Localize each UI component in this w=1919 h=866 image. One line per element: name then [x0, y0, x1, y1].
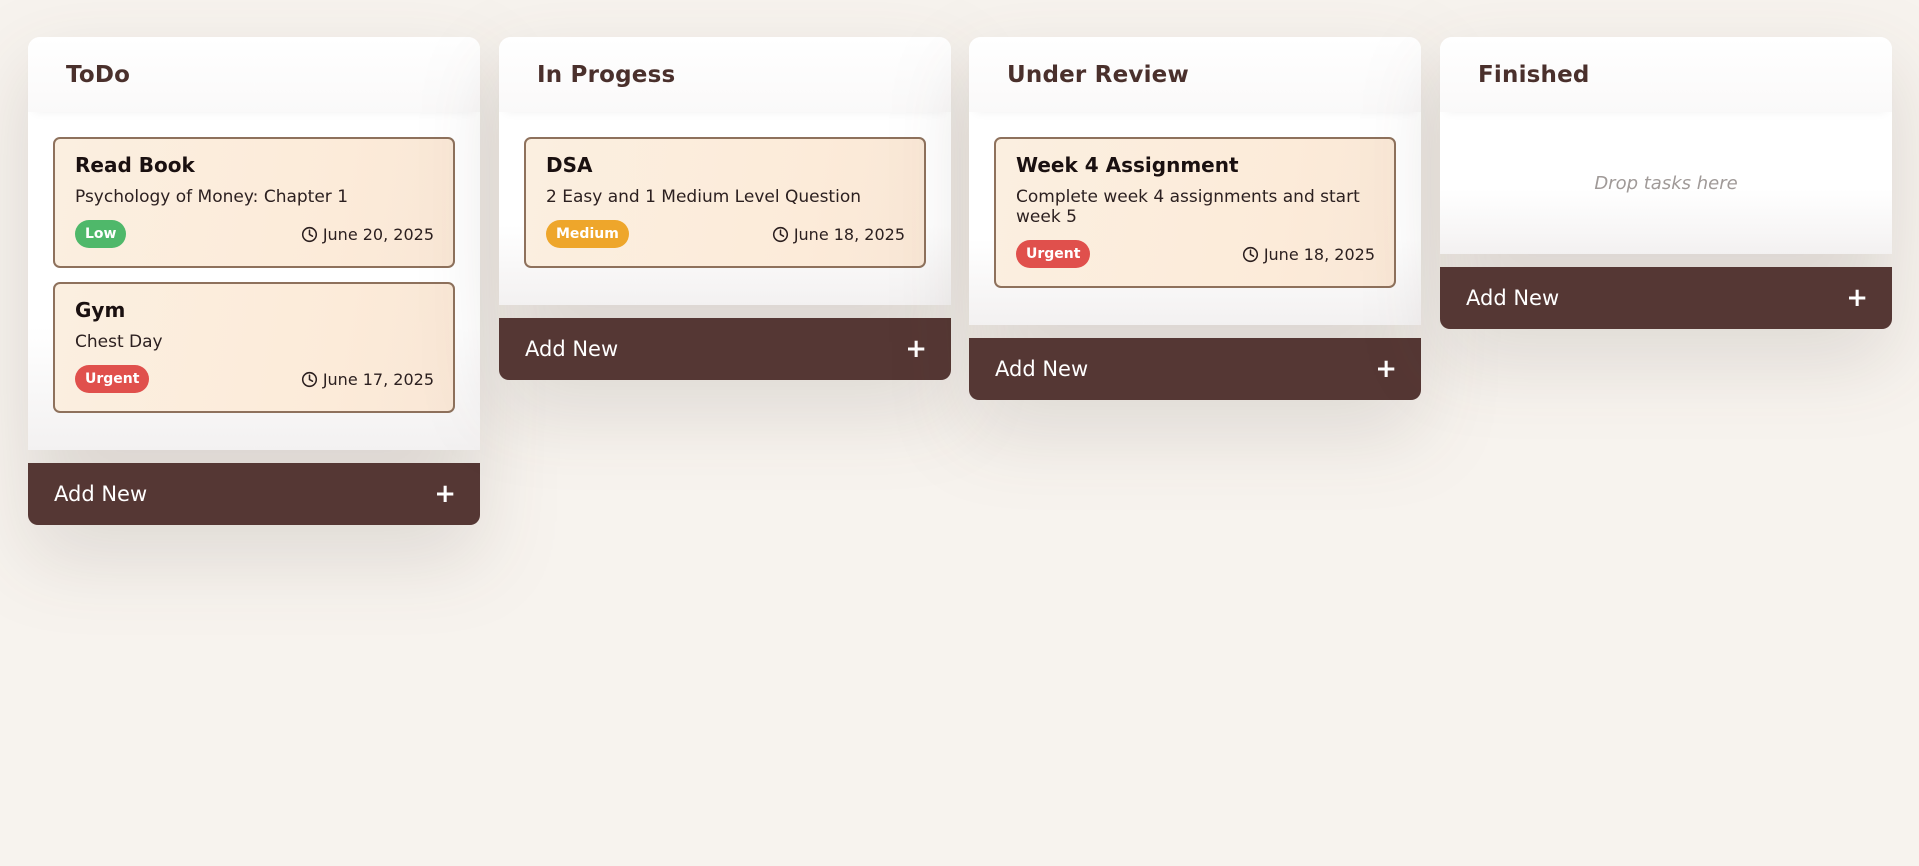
column-under-review: Under Review Week 4 Assignment Complete … — [969, 37, 1421, 400]
column-panel: Finished Drop tasks here — [1440, 37, 1892, 254]
add-new-button[interactable]: Add New + — [969, 338, 1421, 400]
column-title: In Progess — [537, 61, 676, 88]
plus-icon: + — [905, 334, 927, 364]
plus-icon: + — [434, 479, 456, 509]
task-title: Gym — [75, 298, 126, 322]
task-description: Psychology of Money: Chapter 1 — [75, 187, 349, 207]
task-footer: Low June 20, 2025 — [75, 220, 434, 248]
column-header: ToDo — [28, 37, 480, 112]
task-date-text: June 20, 2025 — [322, 224, 434, 244]
task-date: June 18, 2025 — [1242, 245, 1375, 264]
priority-badge: Low — [75, 220, 127, 248]
column-title: ToDo — [66, 61, 131, 88]
add-new-label: Add New — [995, 357, 1089, 381]
clock-icon — [301, 226, 317, 242]
task-title: Week 4 Assignment — [1016, 153, 1239, 177]
task-description: Complete week 4 assignments and start we… — [1016, 187, 1360, 227]
task-list: DSA 2 Easy and 1 Medium Level Question M… — [499, 112, 951, 305]
column-header: Under Review — [969, 37, 1421, 112]
task-card[interactable]: DSA 2 Easy and 1 Medium Level Question M… — [524, 137, 926, 268]
column-finished: Finished Drop tasks here Add New + — [1440, 37, 1892, 329]
task-list: Week 4 Assignment Complete week 4 assign… — [969, 112, 1421, 325]
clock-icon — [1242, 246, 1258, 262]
drop-zone-text: Drop tasks here — [1594, 172, 1738, 194]
priority-badge: Urgent — [1016, 240, 1091, 268]
column-header: In Progess — [499, 37, 951, 112]
column-in-progress: In Progess DSA 2 Easy and 1 Medium Level… — [499, 37, 951, 380]
task-date: June 17, 2025 — [301, 370, 434, 389]
column-panel: Under Review Week 4 Assignment Complete … — [969, 37, 1421, 325]
add-new-label: Add New — [54, 482, 148, 506]
task-card[interactable]: Gym Chest Day Urgent June 17, 2025 — [53, 282, 455, 413]
task-footer: Urgent June 17, 2025 — [75, 365, 434, 393]
task-description: 2 Easy and 1 Medium Level Question — [546, 187, 861, 207]
column-title: Under Review — [1007, 61, 1189, 88]
add-new-label: Add New — [525, 337, 619, 361]
column-title: Finished — [1478, 61, 1590, 88]
kanban-board: ToDo Read Book Psychology of Money: Chap… — [0, 0, 1919, 866]
task-title: Read Book — [75, 153, 195, 177]
drop-zone[interactable]: Drop tasks here — [1440, 112, 1892, 254]
priority-badge: Urgent — [75, 365, 150, 393]
task-description: Chest Day — [75, 332, 163, 352]
column-panel: In Progess DSA 2 Easy and 1 Medium Level… — [499, 37, 951, 305]
task-footer: Urgent June 18, 2025 — [1016, 240, 1375, 268]
add-new-button[interactable]: Add New + — [1440, 267, 1892, 329]
task-footer: Medium June 18, 2025 — [546, 220, 905, 248]
task-date-text: June 18, 2025 — [1263, 244, 1375, 264]
task-title: DSA — [546, 153, 593, 177]
task-date-text: June 17, 2025 — [322, 369, 434, 389]
task-card[interactable]: Week 4 Assignment Complete week 4 assign… — [994, 137, 1396, 288]
task-date-text: June 18, 2025 — [793, 224, 905, 244]
column-panel: ToDo Read Book Psychology of Money: Chap… — [28, 37, 480, 450]
priority-badge: Medium — [546, 220, 629, 248]
plus-icon: + — [1846, 283, 1868, 313]
task-date: June 18, 2025 — [772, 225, 905, 244]
add-new-button[interactable]: Add New + — [28, 463, 480, 525]
add-new-label: Add New — [1466, 286, 1560, 310]
plus-icon: + — [1375, 354, 1397, 384]
task-date: June 20, 2025 — [301, 225, 434, 244]
task-card[interactable]: Read Book Psychology of Money: Chapter 1… — [53, 137, 455, 268]
add-new-button[interactable]: Add New + — [499, 318, 951, 380]
column-header: Finished — [1440, 37, 1892, 112]
task-list: Read Book Psychology of Money: Chapter 1… — [28, 112, 480, 450]
clock-icon — [772, 226, 788, 242]
clock-icon — [301, 371, 317, 387]
column-todo: ToDo Read Book Psychology of Money: Chap… — [28, 37, 480, 525]
